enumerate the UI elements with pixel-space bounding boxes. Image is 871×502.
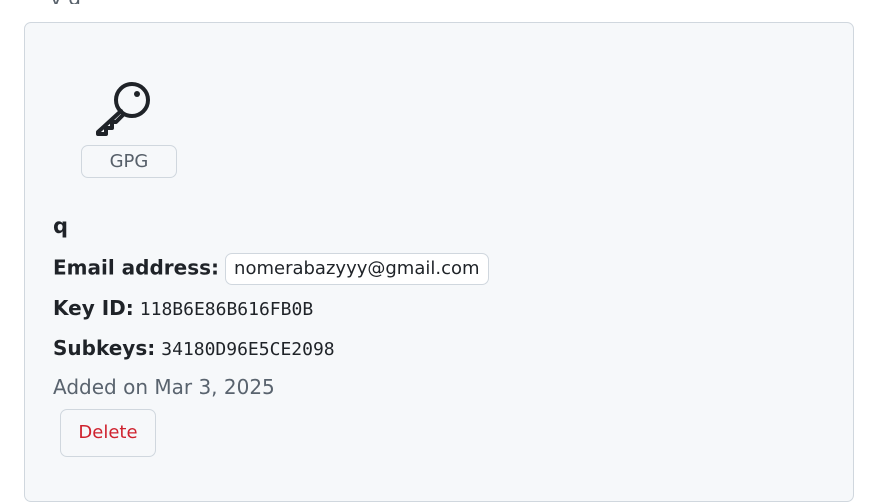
subkeys-row: Subkeys: 34180D96E5CE2098	[53, 336, 335, 360]
key-name: q	[53, 214, 69, 238]
key-type-badge: GPG	[81, 145, 177, 178]
delete-button[interactable]: Delete	[60, 409, 156, 457]
key-id-row: Key ID: 118B6E86B616FB0B	[53, 296, 313, 320]
key-icon	[96, 82, 150, 136]
email-row: Email address: nomerabazyyy@gmail.com	[53, 253, 489, 285]
email-label: Email address:	[53, 255, 220, 280]
email-chip: nomerabazyyy@gmail.com	[225, 253, 489, 285]
key-id-value: 118B6E86B616FB0B	[139, 299, 314, 320]
key-id-label: Key ID:	[53, 296, 134, 320]
subkeys-label: Subkeys:	[53, 336, 156, 360]
section-heading-partial: y g	[50, 0, 81, 4]
added-date: Added on Mar 3, 2025	[53, 375, 275, 399]
subkeys-value: 34180D96E5CE2098	[161, 339, 335, 360]
